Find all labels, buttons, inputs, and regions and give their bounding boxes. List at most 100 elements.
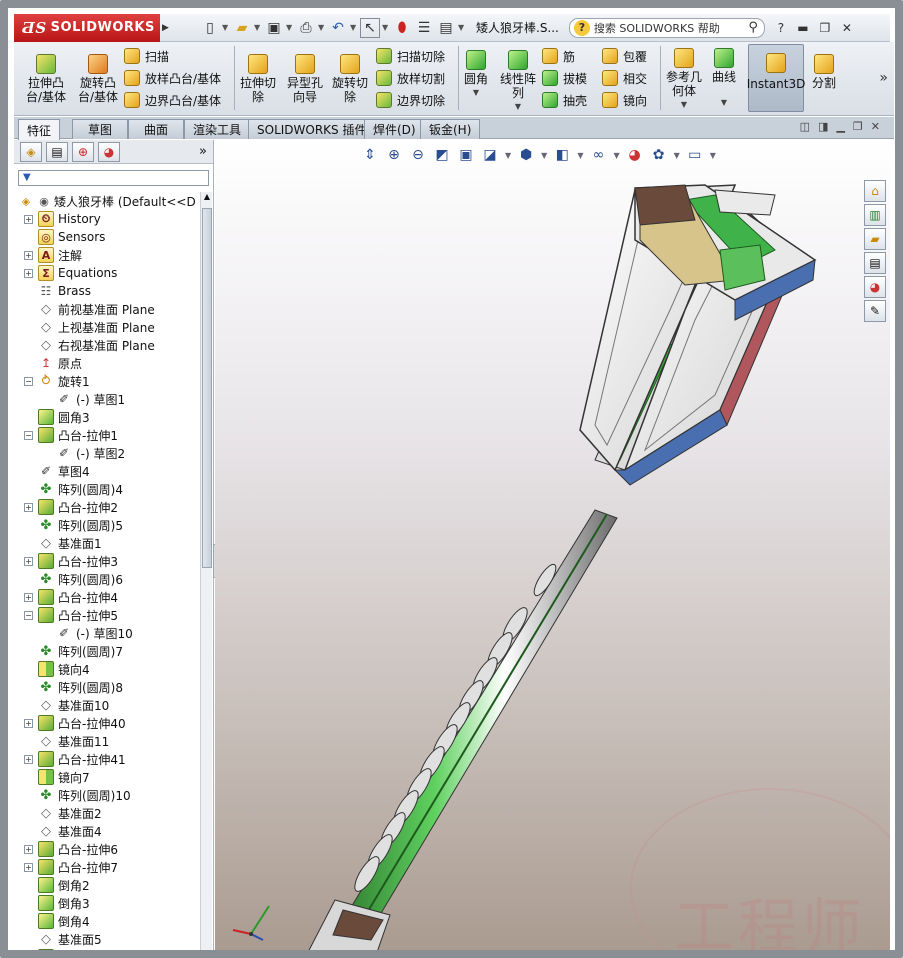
intersect-button[interactable]: 相交 <box>602 68 647 88</box>
tab-sketch[interactable]: 草图 <box>72 119 128 139</box>
chevron-down-icon[interactable]: ▼ <box>350 23 358 32</box>
tab-solidworks-addins[interactable]: SOLIDWORKS 插件 <box>248 119 376 139</box>
print-icon[interactable]: ⎙ <box>296 18 316 38</box>
draft-button[interactable]: 拔模 <box>542 68 587 88</box>
expand-icon[interactable]: + <box>24 862 33 872</box>
chevron-down-icon[interactable]: ▼ <box>382 23 390 32</box>
fillet-button[interactable]: 圆角 ▼ <box>464 50 488 100</box>
split-button[interactable]: 分割 <box>812 54 836 90</box>
minimize-icon[interactable]: ▬ <box>795 21 811 35</box>
chevron-down-icon[interactable]: ▼ <box>515 100 521 114</box>
view-palette-icon[interactable]: ▤ <box>864 252 886 274</box>
tree-item[interactable]: ✤ 阵列(圆周)4 <box>14 480 198 498</box>
display-manager-icon[interactable]: ◕ <box>98 141 120 162</box>
tree-item[interactable]: + 凸台-拉伸40 <box>14 714 198 732</box>
tree-item[interactable]: − ⥁ 旋转1 <box>14 372 198 390</box>
home-icon[interactable]: ⌂ <box>864 180 886 202</box>
hole-wizard-button[interactable]: 异型孔 向导 <box>287 54 323 104</box>
boundary-boss-button[interactable]: 边界凸台/基体 <box>124 90 221 110</box>
restore-icon[interactable]: ❐ <box>817 21 833 35</box>
chevron-down-icon[interactable]: ▼ <box>286 23 294 32</box>
options-icon[interactable]: ▤ <box>436 18 456 38</box>
chevron-down-icon[interactable]: ▼ <box>721 96 727 110</box>
custom-properties-icon[interactable]: ✎ <box>864 300 886 322</box>
revolve-cut-button[interactable]: 旋转切 除 <box>332 54 368 104</box>
close-icon[interactable]: ✕ <box>871 120 880 133</box>
revolve-boss-button[interactable]: 旋转凸 台/基体 <box>78 54 118 104</box>
property-manager-icon[interactable]: ▤ <box>46 141 68 162</box>
tab-sheet-metal[interactable]: 钣金(H) <box>420 119 481 139</box>
tree-item[interactable]: − 凸台-拉伸5 <box>14 606 198 624</box>
undo-icon[interactable]: ↶ <box>328 18 348 38</box>
shell-button[interactable]: 抽壳 <box>542 90 587 110</box>
help-search-box[interactable]: ? 搜索 SOLIDWORKS 帮助 ⚲ <box>568 17 765 38</box>
tab-features[interactable]: 特征 <box>18 119 61 140</box>
expand-icon[interactable]: + <box>24 718 33 728</box>
tree-item[interactable]: ✐ (-) 草图1 <box>14 390 198 408</box>
graphics-area[interactable]: ⇕ ⊕ ⊖ ◩ ▣ ◪ ▼ ⬢ ▼ ◧ ▼ ∞ ▼ ◕ ✿ ▼ ▭ ▼ ⌂ ▥ … <box>215 140 890 958</box>
tree-item[interactable]: 镜向4 <box>14 660 198 678</box>
tab-render-tools[interactable]: 渲染工具 <box>184 119 251 139</box>
collapse-icon[interactable]: − <box>24 376 33 386</box>
tree-item[interactable]: ◇ 基准面1 <box>14 534 198 552</box>
tree-item[interactable]: ◇ 基准面5 <box>14 930 198 948</box>
tree-filter-input[interactable]: ▼ <box>18 170 209 186</box>
collapse-icon[interactable]: − <box>24 430 33 440</box>
instant3d-button[interactable]: Instant3D <box>747 44 805 112</box>
tree-item[interactable]: ◇ 基准面10 <box>14 696 198 714</box>
tile-left-icon[interactable]: ◫ <box>800 120 810 133</box>
curves-button[interactable]: 曲线 ▼ <box>712 48 736 110</box>
tree-item[interactable]: ✤ 阵列(圆周)5 <box>14 516 198 534</box>
expand-icon[interactable]: + <box>24 952 33 958</box>
menu-arrow-icon[interactable]: ▶ <box>162 23 172 33</box>
chevron-down-icon[interactable]: ▼ <box>318 23 326 32</box>
tree-item[interactable]: ◇ 基准面2 <box>14 804 198 822</box>
tree-item[interactable]: ↥ 原点 <box>14 354 198 372</box>
rib-button[interactable]: 筋 <box>542 46 575 66</box>
tree-item[interactable]: − 凸台-拉伸1 <box>14 426 198 444</box>
tree-item[interactable]: + 凸台-拉伸8 <box>14 948 198 958</box>
loft-boss-button[interactable]: 放样凸台/基体 <box>124 68 221 88</box>
chevron-down-icon[interactable]: ▼ <box>222 23 230 32</box>
open-folder-icon[interactable]: ▰ <box>232 18 252 38</box>
select-cursor-icon[interactable]: ↖ <box>360 17 380 38</box>
tree-item[interactable]: + Σ Equations <box>14 264 198 282</box>
tree-item[interactable]: ☷ Brass <box>14 282 198 300</box>
configuration-manager-icon[interactable]: ⊕ <box>72 141 94 162</box>
tree-scrollbar[interactable]: ▲ <box>200 192 212 958</box>
tile-right-icon[interactable]: ◨ <box>818 120 828 133</box>
expand-icon[interactable]: + <box>24 592 33 602</box>
tree-item[interactable]: ◇ 基准面4 <box>14 822 198 840</box>
tree-item[interactable]: ✤ 阵列(圆周)8 <box>14 678 198 696</box>
expand-icon[interactable]: + <box>24 250 33 260</box>
close-icon[interactable]: ✕ <box>839 21 855 35</box>
appearances-icon[interactable]: ◕ <box>864 276 886 298</box>
extrude-boss-button[interactable]: 拉伸凸 台/基体 <box>26 54 66 104</box>
tree-root[interactable]: ◈ ◉ 矮人狼牙棒 (Default<<D <box>14 192 198 210</box>
tab-surfaces[interactable]: 曲面 <box>128 119 184 139</box>
wrap-button[interactable]: 包覆 <box>602 46 647 66</box>
expand-icon[interactable]: + <box>24 214 33 224</box>
search-icon[interactable]: ⚲ <box>748 20 758 35</box>
tree-item[interactable]: 倒角2 <box>14 876 198 894</box>
restore-icon[interactable]: ❐ <box>853 120 863 133</box>
rebuild-traffic-light-icon[interactable]: ⬮ <box>392 18 412 38</box>
file-properties-icon[interactable]: ☰ <box>414 18 434 38</box>
expand-icon[interactable]: + <box>24 502 33 512</box>
tree-item[interactable]: + 凸台-拉伸41 <box>14 750 198 768</box>
tree-item[interactable]: + ⏲ History <box>14 210 198 228</box>
scroll-up-icon[interactable]: ▲ <box>201 192 213 206</box>
tree-item[interactable]: ◇ 右视基准面 Plane <box>14 336 198 354</box>
save-icon[interactable]: ▣ <box>264 18 284 38</box>
reference-geometry-button[interactable]: 参考几 何体 ▼ <box>666 48 702 112</box>
tree-item[interactable]: 倒角3 <box>14 894 198 912</box>
tree-item[interactable]: ◇ 前视基准面 Plane <box>14 300 198 318</box>
minimize-icon[interactable]: ▁ <box>836 120 844 133</box>
double-chevron-right-icon[interactable]: » <box>879 70 888 86</box>
mirror-button[interactable]: 镜向 <box>602 90 647 110</box>
extrude-cut-button[interactable]: 拉伸切 除 <box>240 54 276 104</box>
scrollbar-thumb[interactable] <box>202 208 212 568</box>
feature-tree-icon[interactable]: ◈ <box>20 141 42 162</box>
design-library-icon[interactable]: ▥ <box>864 204 886 226</box>
tree-item[interactable]: ✤ 阵列(圆周)6 <box>14 570 198 588</box>
